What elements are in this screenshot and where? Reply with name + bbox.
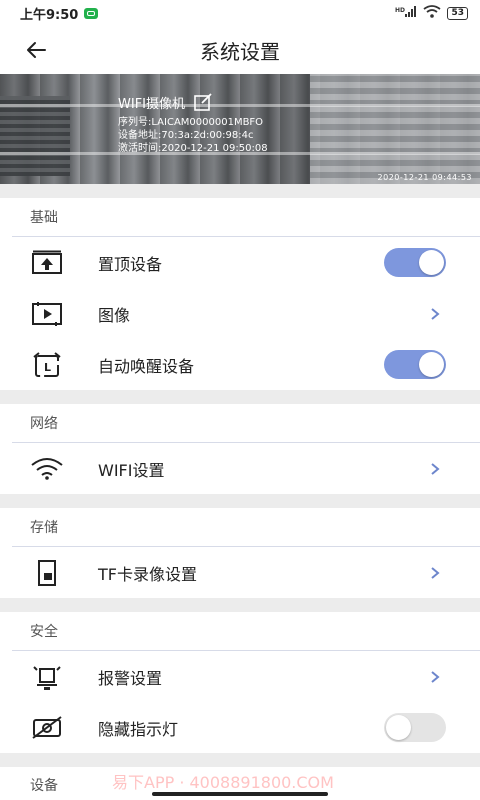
section-gap xyxy=(0,598,480,612)
hide-indicator-toggle[interactable] xyxy=(384,713,446,742)
camera-activated-time: 激活时间:2020-12-21 09:50:08 xyxy=(118,143,268,154)
sd-card-icon xyxy=(30,559,64,587)
section-storage: 存储 TF卡录像设置 xyxy=(0,508,480,598)
camera-name: WIFI摄像机 xyxy=(118,96,185,112)
edit-icon[interactable] xyxy=(193,92,213,112)
section-gap xyxy=(0,184,480,198)
back-arrow-icon[interactable] xyxy=(24,38,48,62)
row-auto-wake[interactable]: L 自动唤醒设备 xyxy=(0,339,480,390)
camera-osd-timestamp: 2020-12-21 09:44:53 xyxy=(377,173,472,182)
section-title-network: 网络 xyxy=(30,416,58,432)
status-bar: 上午9:50 HD 53 xyxy=(0,0,480,26)
row-tf-card[interactable]: TF卡录像设置 xyxy=(0,547,480,598)
row-wifi-settings[interactable]: WIFI设置 xyxy=(0,443,480,494)
section-title-device: 设备 xyxy=(30,778,58,794)
toggle-knob xyxy=(419,250,444,275)
preview-background-shelf xyxy=(310,74,480,184)
row-label: 报警设置 xyxy=(98,668,163,688)
signal-hd-label: HD xyxy=(395,7,405,14)
play-icon xyxy=(30,300,64,328)
page-title: 系统设置 xyxy=(200,39,280,64)
header: 系统设置 xyxy=(0,26,480,74)
row-label: 自动唤醒设备 xyxy=(98,356,195,376)
row-label: WIFI设置 xyxy=(98,460,165,480)
section-network: 网络 WIFI设置 xyxy=(0,404,480,494)
row-hide-indicator[interactable]: 隐藏指示灯 xyxy=(0,702,480,753)
signal-icon: HD xyxy=(395,5,417,21)
row-alarm-settings[interactable]: 报警设置 xyxy=(0,651,480,702)
camera-mac: 设备地址:70:3a:2d:00:98:4c xyxy=(118,130,254,141)
pin-to-top-icon xyxy=(30,249,64,277)
section-gap xyxy=(0,753,480,767)
notification-app-icon xyxy=(84,7,99,19)
row-label: 置顶设备 xyxy=(98,254,163,274)
alarm-clock-icon: L xyxy=(30,351,64,379)
row-label: 隐藏指示灯 xyxy=(98,719,179,739)
camera-preview: WIFI摄像机 序列号:LAICAM0000001MBFO 设备地址:70:3a… xyxy=(0,74,480,184)
watermark: 易下APP · 4008891800.COM xyxy=(112,773,334,792)
camera-serial: 序列号:LAICAM0000001MBFO xyxy=(118,117,264,128)
section-title-storage: 存储 xyxy=(30,520,58,536)
section-title-basic: 基础 xyxy=(30,210,58,226)
alarm-siren-icon xyxy=(30,663,64,691)
toggle-knob xyxy=(386,715,411,740)
row-label: TF卡录像设置 xyxy=(98,564,197,584)
preview-background-monitor xyxy=(0,96,70,176)
chevron-right-icon xyxy=(430,461,440,475)
pin-device-toggle[interactable] xyxy=(384,248,446,277)
section-security: 安全 报警设置 隐藏指示灯 xyxy=(0,612,480,753)
camera-name-row: WIFI摄像机 xyxy=(118,92,213,112)
battery-icon: 53 xyxy=(447,6,468,20)
section-title-security: 安全 xyxy=(30,624,58,640)
section-gap xyxy=(0,390,480,404)
row-label: 图像 xyxy=(98,305,131,325)
row-image[interactable]: 图像 xyxy=(0,288,480,339)
chevron-right-icon xyxy=(430,306,440,320)
wifi-icon xyxy=(30,455,64,483)
section-gap xyxy=(0,494,480,508)
home-indicator[interactable] xyxy=(152,792,328,796)
status-time: 上午9:50 xyxy=(20,7,79,23)
wifi-status-icon xyxy=(423,5,442,21)
svg-text:L: L xyxy=(44,361,51,374)
auto-wake-toggle[interactable] xyxy=(384,350,446,379)
section-basic: 基础 置顶设备 图像 L 自动唤醒设备 xyxy=(0,198,480,390)
chevron-right-icon xyxy=(430,565,440,579)
indicator-light-off-icon xyxy=(30,714,64,742)
row-pin-device[interactable]: 置顶设备 xyxy=(0,237,480,288)
preview-stripe xyxy=(0,104,480,107)
toggle-knob xyxy=(419,352,444,377)
chevron-right-icon xyxy=(430,669,440,683)
